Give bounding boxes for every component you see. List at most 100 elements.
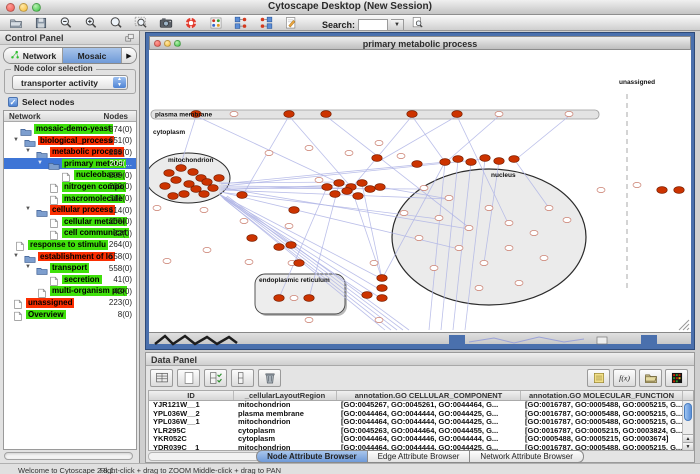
annotations-button[interactable] [281,15,301,30]
network-node-outline[interactable] [203,247,211,252]
column-header--cellularlayoutregion[interactable]: _cellularLayoutRegion [234,391,337,400]
network-node-outline[interactable] [305,145,313,150]
network-node[interactable] [357,180,367,187]
network-node[interactable] [377,285,387,292]
scroll-up-button[interactable]: ▲ [683,434,693,442]
unselect-attributes-button[interactable] [231,369,254,387]
network-node[interactable] [160,183,170,190]
zoom-out-button[interactable] [56,15,76,30]
network-node-outline[interactable] [430,265,438,270]
network-node[interactable] [191,186,201,193]
disclosure-triangle-icon[interactable]: ▼ [37,160,43,166]
scroll-down-button[interactable]: ▼ [683,442,693,450]
import-attribute-file-button[interactable] [639,369,662,387]
network-node-outline[interactable] [540,255,548,260]
network-node[interactable] [171,177,181,184]
attribute-table-button[interactable] [150,369,173,387]
network-node-outline[interactable] [545,205,553,210]
tab-overflow-button[interactable]: ▶ [122,48,136,63]
table-row-ypl036w__2[interactable]: YPL036W__2plasma membrane[GO:0044464, GO… [149,410,693,419]
search-dropdown-button[interactable]: ▼ [391,19,404,31]
network-node-outline[interactable] [345,150,353,155]
network-node-outline[interactable] [265,150,273,155]
network-node[interactable] [286,242,296,249]
network-node-outline[interactable] [397,153,405,158]
network-node[interactable] [294,260,304,267]
scrollbar-thumb[interactable] [684,403,692,421]
tree-item-cellular-metabol[interactable]: cellular metabol209(0) [4,216,136,228]
tab-node-attribute-browser[interactable]: Node Attribute Browser [256,450,368,463]
network-node[interactable] [304,295,314,302]
column-header-annotation-go-molecular-function[interactable]: annotation.GO MOLECULAR_FUNCTION [521,391,683,400]
network-node[interactable] [164,170,174,177]
zoom-in-button[interactable] [81,15,101,30]
network-node[interactable] [674,187,684,194]
float-panel-icon[interactable] [124,33,135,43]
network-node[interactable] [342,188,352,195]
disclosure-triangle-icon[interactable]: ▼ [25,264,31,270]
tab-network-attribute-browser[interactable]: Network Attribute Browser [470,450,583,463]
disclosure-triangle-icon[interactable]: ▼ [13,253,19,259]
network-node-outline[interactable] [565,111,573,116]
resize-grip-icon[interactable] [679,320,689,330]
tree-item-biological-process[interactable]: ▼biological_process651(0) [4,135,136,147]
network-node[interactable] [440,159,450,166]
tree-item-primary-metabo[interactable]: ▼primary metabo209(... [4,158,136,170]
table-row-ypl036w__1[interactable]: YPL036W__1mitochondrion[GO:0044464, GO:0… [149,418,693,427]
import-network-button[interactable] [231,15,251,30]
network-node-outline[interactable] [400,210,408,215]
network-node[interactable] [284,111,294,118]
network-node-outline[interactable] [230,111,238,116]
zoom-fit-button[interactable] [106,15,126,30]
network-node-outline[interactable] [415,235,423,240]
network-node-outline[interactable] [163,258,171,263]
tree-item-secretion[interactable]: secretion41(0) [4,274,136,286]
heatmap-button[interactable] [665,369,688,387]
network-node-outline[interactable] [495,111,503,116]
network-node[interactable] [321,111,331,118]
search-input[interactable] [358,19,388,31]
network-node[interactable] [375,184,385,191]
select-attributes-button[interactable] [204,369,227,387]
network-node[interactable] [362,292,372,299]
network-node[interactable] [377,295,387,302]
table-row-yjr121w__1[interactable]: YJR121W__1mitochondrion[GO:0045267, GO:0… [149,401,693,410]
tree-item-multi-organism-pro[interactable]: multi-organism pro42(0) [4,285,136,297]
network-view-window[interactable]: primary metabolic process plasma membran… [145,32,695,350]
network-node-outline[interactable] [435,215,443,220]
tab-edge-attribute-browser[interactable]: Edge Attribute Browser [368,450,471,463]
network-node[interactable] [480,155,490,162]
network-node-outline[interactable] [305,317,313,322]
network-node[interactable] [289,207,299,214]
tree-item-transport[interactable]: ▼transport558(0) [4,262,136,274]
network-node[interactable] [334,180,344,187]
tree-item-cellular-process[interactable]: ▼cellular process614(0) [4,204,136,216]
tree-item-response-to-stimulu[interactable]: response to stimulu264(0) [4,239,136,251]
network-node[interactable] [365,186,375,193]
tree-item-nitrogen-compo[interactable]: nitrogen compo209(0) [4,181,136,193]
network-node[interactable] [322,184,332,191]
network-node-outline[interactable] [200,207,208,212]
network-node[interactable] [274,295,284,302]
network-node[interactable] [453,156,463,163]
disclosure-triangle-icon[interactable]: ▼ [13,137,19,143]
network-node[interactable] [176,165,186,172]
table-row-ylr295c[interactable]: YLR295Ccytoplasm[GO:0045263, GO:0044464,… [149,427,693,436]
network-node-outline[interactable] [245,259,253,264]
disclosure-triangle-icon[interactable]: ▼ [25,206,31,212]
network-canvas[interactable]: plasma membranecytoplasmmitochondrionnuc… [149,50,691,332]
tree-item-unassigned[interactable]: unassigned223(0) [4,297,136,309]
tree-item-establishment-of-lo[interactable]: ▼establishment of lo558(0) [4,251,136,263]
network-node[interactable] [407,111,417,118]
formula-pad-button[interactable] [587,369,610,387]
network-node-outline[interactable] [290,295,298,300]
tree-item-cell-communicat[interactable]: cell communicat22(0) [4,227,136,239]
network-node-outline[interactable] [153,205,161,210]
import-attributes-button[interactable] [256,15,276,30]
table-scrollbar[interactable]: ▲ ▼ [682,401,693,450]
table-row-ykr052c[interactable]: YKR052Ccytoplasm[GO:0044464, GO:0044446,… [149,435,693,444]
zoom-selected-button[interactable] [131,15,151,30]
network-node[interactable] [377,275,387,282]
network-node-outline[interactable] [465,225,473,230]
network-node[interactable] [202,179,212,186]
